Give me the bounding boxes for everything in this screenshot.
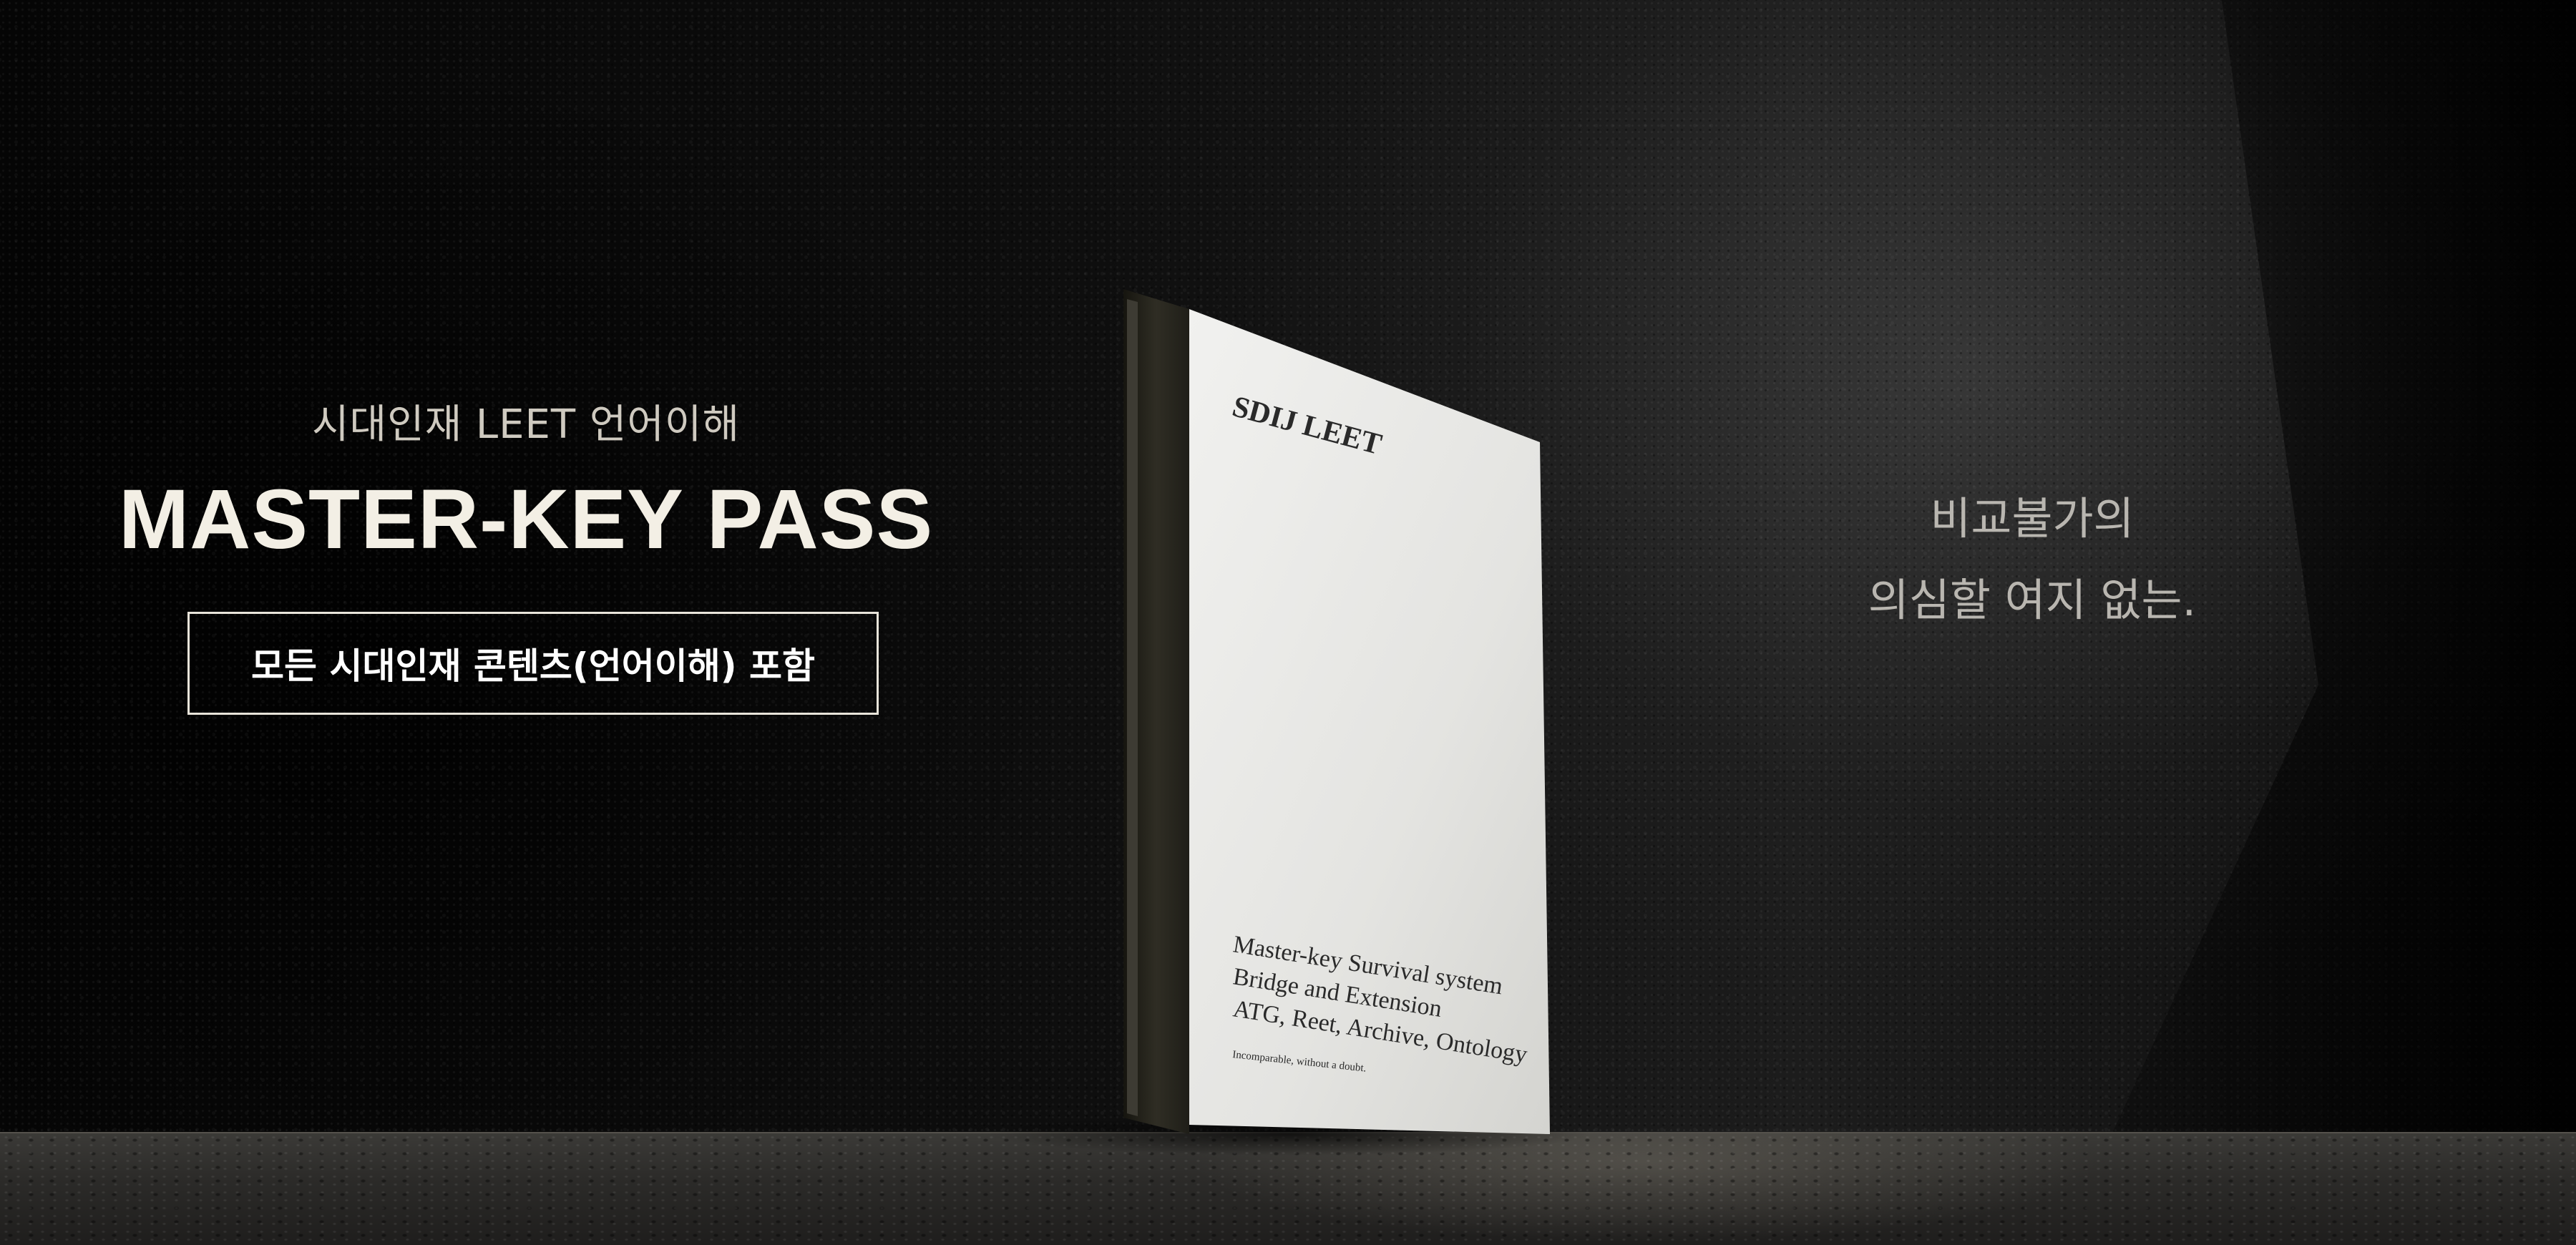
tagline-line-1: 비교불가의 xyxy=(1930,492,2135,545)
tagline-line-2: 의심할 여지 없는. xyxy=(1868,574,2197,626)
contents-included-button[interactable]: 모든 시대인재 콘텐츠(언어이해) 포함 xyxy=(187,612,879,715)
floor-texture xyxy=(0,1133,2576,1245)
floor-surface xyxy=(0,1132,2576,1245)
hero-section: 시대인재 LEET 언어이해 MASTER-KEY PASS 모든 시대인재 콘… xyxy=(0,0,2576,1245)
hero-tagline: 비교불가의 의심할 여지 없는. xyxy=(1717,478,2347,641)
hero-subtitle: 시대인재 LEET 언어이해 xyxy=(312,401,740,448)
hero-title: MASTER-KEY PASS xyxy=(118,472,934,567)
